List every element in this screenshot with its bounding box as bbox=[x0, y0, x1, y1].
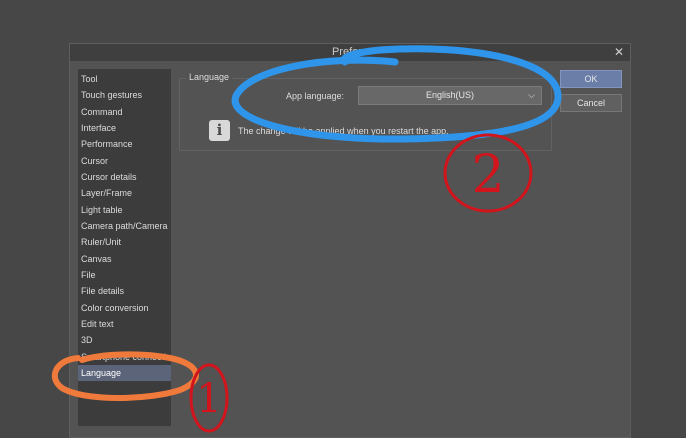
sidebar-item-interface[interactable]: Interface bbox=[78, 120, 171, 136]
sidebar-item-light-table[interactable]: Light table bbox=[78, 202, 171, 218]
app-language-label: App language: bbox=[286, 91, 345, 101]
info-icon: i bbox=[209, 120, 230, 141]
restart-notice: The change will be applied when you rest… bbox=[238, 126, 449, 136]
sidebar-item-canvas[interactable]: Canvas bbox=[78, 251, 171, 267]
screen: Prefere ✕ Tool Touch gestures Command In… bbox=[0, 0, 686, 438]
ok-button[interactable]: OK bbox=[560, 70, 622, 88]
sidebar-item-camera-path[interactable]: Camera path/Camera bbox=[78, 218, 171, 234]
sidebar-item-file-details[interactable]: File details bbox=[78, 283, 171, 299]
sidebar-item-cursor[interactable]: Cursor bbox=[78, 153, 171, 169]
sidebar-item-color-conversion[interactable]: Color conversion bbox=[78, 300, 171, 316]
sidebar-item-cursor-details[interactable]: Cursor details bbox=[78, 169, 171, 185]
close-icon[interactable]: ✕ bbox=[612, 44, 626, 61]
sidebar-item-layer-frame[interactable]: Layer/Frame bbox=[78, 185, 171, 201]
preferences-dialog: Prefere ✕ Tool Touch gestures Command In… bbox=[69, 43, 631, 438]
chevron-down-icon: ⌵ bbox=[528, 90, 535, 100]
preferences-sidebar: Tool Touch gestures Command Interface Pe… bbox=[78, 69, 171, 426]
sidebar-item-performance[interactable]: Performance bbox=[78, 136, 171, 152]
sidebar-item-touch-gestures[interactable]: Touch gestures bbox=[78, 87, 171, 103]
language-group-title: Language bbox=[186, 71, 233, 83]
sidebar-item-file[interactable]: File bbox=[78, 267, 171, 283]
sidebar-item-edit-text[interactable]: Edit text bbox=[78, 316, 171, 332]
cancel-button[interactable]: Cancel bbox=[560, 94, 622, 112]
sidebar-item-smartphone-connection[interactable]: Smartphone connection bbox=[78, 349, 171, 365]
sidebar-item-command[interactable]: Command bbox=[78, 104, 171, 120]
dialog-titlebar: Prefere ✕ bbox=[70, 44, 630, 61]
sidebar-item-tool[interactable]: Tool bbox=[78, 71, 171, 87]
sidebar-item-language[interactable]: Language bbox=[78, 365, 171, 381]
dialog-title: Prefere bbox=[331, 46, 369, 58]
sidebar-item-ruler-unit[interactable]: Ruler/Unit bbox=[78, 234, 171, 250]
app-language-value: English(US) bbox=[425, 90, 474, 100]
app-language-select[interactable]: English(US) ⌵ bbox=[358, 86, 542, 105]
sidebar-item-3d[interactable]: 3D bbox=[78, 332, 171, 348]
